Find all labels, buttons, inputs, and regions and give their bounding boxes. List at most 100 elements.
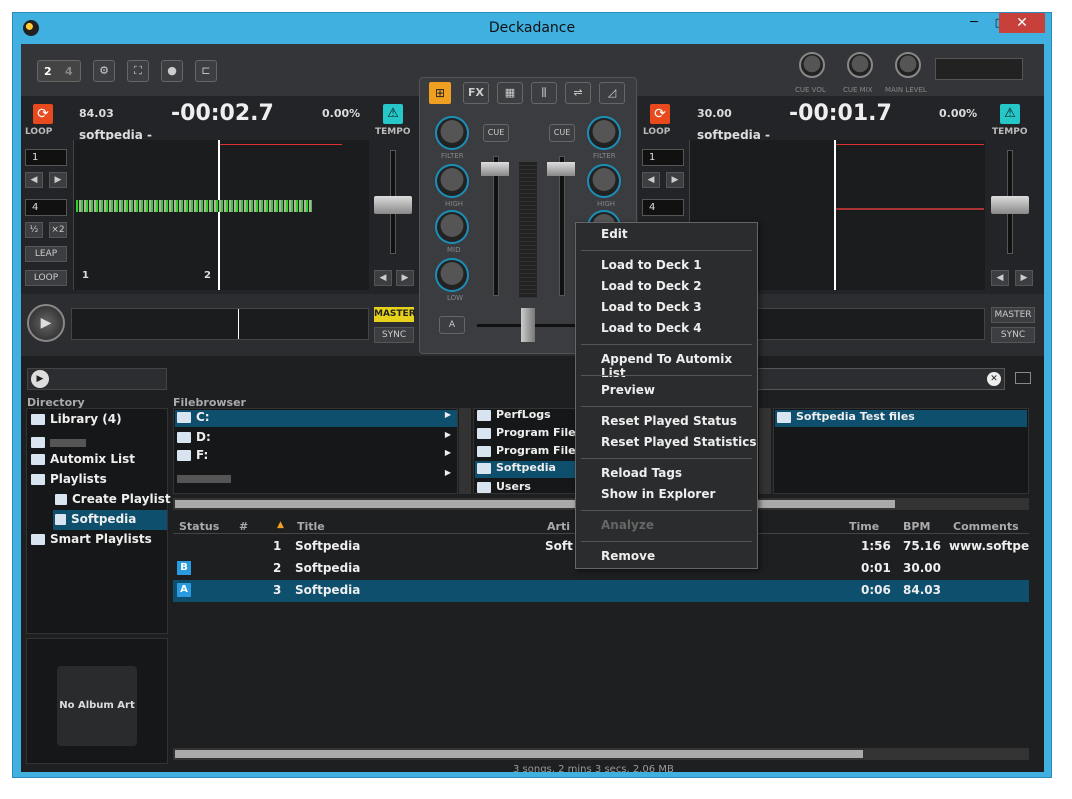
mixer-tab-cable-icon[interactable]: ⇌ bbox=[565, 82, 591, 104]
mixer-low-knob-a[interactable] bbox=[435, 258, 469, 292]
dir-create-playlist[interactable]: Create Playlist bbox=[55, 492, 171, 506]
folders-scrollbar[interactable] bbox=[759, 408, 771, 494]
folder-program-files-x86[interactable]: Program Files bbox=[477, 444, 582, 457]
drive-blurred[interactable]: ▶ bbox=[177, 468, 457, 483]
deck-b-beat-select[interactable]: 1 bbox=[642, 149, 684, 166]
deck-a-tempo-label[interactable]: TEMPO bbox=[375, 127, 411, 137]
deck-a-loop-select[interactable]: 4 bbox=[25, 199, 67, 216]
col-comments[interactable]: Comments bbox=[953, 520, 1019, 533]
menu-preview[interactable]: Preview bbox=[601, 383, 655, 397]
deck-a-master-button[interactable]: MASTER bbox=[374, 307, 416, 322]
menu-reset-played-status[interactable]: Reset Played Status bbox=[601, 414, 737, 428]
deck-a-overview[interactable] bbox=[71, 308, 369, 340]
col-artist[interactable]: Arti bbox=[547, 520, 570, 533]
mixer-cue-b-button[interactable]: CUE bbox=[549, 124, 575, 142]
mixer-filter-knob-b[interactable] bbox=[587, 116, 621, 150]
mixer-tab-fx[interactable]: FX bbox=[463, 82, 489, 104]
menu-show-in-explorer[interactable]: Show in Explorer bbox=[601, 487, 715, 501]
mixer-high-knob-b[interactable] bbox=[587, 164, 621, 198]
drives-scrollbar[interactable] bbox=[459, 408, 471, 494]
folder-perflogs[interactable]: PerfLogs bbox=[477, 408, 551, 421]
menu-reload-tags[interactable]: Reload Tags bbox=[601, 466, 682, 480]
drive-c[interactable]: C: ▶ bbox=[175, 410, 457, 427]
drive-f[interactable]: F: ▶ bbox=[177, 448, 457, 462]
deck-a-double-button[interactable]: ×2 bbox=[49, 222, 67, 238]
drive-d[interactable]: D: ▶ bbox=[177, 430, 457, 444]
popout-icon[interactable] bbox=[1015, 372, 1031, 384]
record-icon[interactable]: ● bbox=[161, 60, 183, 82]
dir-automix[interactable]: Automix List bbox=[31, 452, 135, 466]
close-button[interactable]: ✕ bbox=[999, 13, 1045, 33]
deck-b-master-button[interactable]: MASTER bbox=[991, 307, 1035, 323]
mixer-channel-b-fader[interactable] bbox=[547, 162, 575, 176]
col-bpm[interactable]: BPM bbox=[903, 520, 930, 533]
menu-load-deck-2[interactable]: Load to Deck 2 bbox=[601, 279, 702, 293]
cue-mix-knob[interactable] bbox=[847, 52, 873, 78]
deck-b-sync-button[interactable]: SYNC bbox=[991, 327, 1035, 343]
mixer-tab-meter-icon[interactable]: ▦ bbox=[497, 82, 523, 104]
cue-vol-knob[interactable] bbox=[799, 52, 825, 78]
mixer-tab-faders-icon[interactable]: ⫼ bbox=[531, 82, 557, 104]
main-level-knob[interactable] bbox=[895, 52, 921, 78]
deck-a-tempo-fader[interactable] bbox=[374, 196, 412, 214]
settings-gear-icon[interactable]: ⚙ bbox=[93, 60, 115, 82]
mixer-high-knob-a[interactable] bbox=[435, 164, 469, 198]
library-preview-play-icon[interactable]: ▶ bbox=[31, 370, 49, 388]
mixer-crossfader[interactable] bbox=[521, 308, 535, 342]
filebrowser-h-thumb[interactable] bbox=[175, 500, 895, 508]
deck-b-pitch-right[interactable]: ▶ bbox=[1015, 270, 1033, 286]
menu-reset-played-statistics[interactable]: Reset Played Statistics bbox=[601, 435, 757, 449]
folder-program-files[interactable]: Program Files bbox=[477, 426, 582, 439]
search-clear-icon[interactable]: ✕ bbox=[987, 372, 1001, 386]
table-h-thumb[interactable] bbox=[175, 750, 863, 758]
deck-b-tempo-label[interactable]: TEMPO bbox=[992, 127, 1028, 137]
deck-a-sync-button[interactable]: SYNC bbox=[374, 327, 414, 343]
fullscreen-icon[interactable]: ⛶ bbox=[127, 60, 149, 82]
deck-mode-toggle[interactable]: 2 4 bbox=[37, 60, 81, 82]
deck-a-tempo-icon[interactable]: ⚠ bbox=[383, 104, 403, 124]
search-input[interactable] bbox=[755, 368, 1005, 390]
deck-a-beat-select[interactable]: 1 bbox=[25, 149, 67, 166]
mixer-tab-curve-icon[interactable]: ◿ bbox=[599, 82, 625, 104]
dir-blurred-item[interactable] bbox=[31, 432, 91, 448]
deck-a-loop-label[interactable]: LOOP bbox=[25, 127, 52, 137]
col-title[interactable]: Title bbox=[297, 520, 325, 533]
deck-b-loop-label[interactable]: LOOP bbox=[643, 127, 670, 137]
menu-load-deck-1[interactable]: Load to Deck 1 bbox=[601, 258, 702, 272]
menu-load-deck-3[interactable]: Load to Deck 3 bbox=[601, 300, 702, 314]
mixer-tab-eq-icon[interactable]: ⊞ bbox=[429, 82, 451, 104]
deck-b-tempo-fader[interactable] bbox=[991, 196, 1029, 214]
deck-b-loop-select[interactable]: 4 bbox=[642, 199, 684, 216]
menu-edit[interactable]: Edit bbox=[601, 227, 628, 241]
deck-a-right-arrow[interactable]: ▶ bbox=[49, 172, 67, 188]
dir-smart-playlists[interactable]: Smart Playlists bbox=[31, 532, 152, 546]
folder-softpedia-test-files[interactable]: Softpedia Test files bbox=[775, 410, 1027, 427]
mixer-channel-a-fader[interactable] bbox=[481, 162, 509, 176]
mixer-crossfader-a[interactable]: A bbox=[439, 316, 465, 334]
deck-a-play-button[interactable]: ▶ bbox=[27, 304, 65, 342]
deck-b-overview[interactable] bbox=[753, 308, 985, 340]
mixer-cue-a-button[interactable]: CUE bbox=[483, 124, 509, 142]
menu-load-deck-4[interactable]: Load to Deck 4 bbox=[601, 321, 702, 335]
deck-a-left-arrow[interactable]: ◀ bbox=[25, 172, 43, 188]
deck-a-pitch-right[interactable]: ▶ bbox=[396, 270, 414, 286]
dir-softpedia[interactable]: Softpedia bbox=[53, 510, 167, 530]
mixer-filter-knob-a[interactable] bbox=[435, 116, 469, 150]
col-status[interactable]: Status bbox=[179, 520, 219, 533]
deck-a-pitch-left[interactable]: ◀ bbox=[374, 270, 392, 286]
deck-a-half-button[interactable]: ½ bbox=[25, 222, 43, 238]
deck-b-left-arrow[interactable]: ◀ bbox=[642, 172, 660, 188]
deck-b-pitch-left[interactable]: ◀ bbox=[991, 270, 1009, 286]
sampler-icon[interactable]: ⊏ bbox=[195, 60, 217, 82]
deck-a-waveform[interactable]: 1 2 bbox=[73, 140, 369, 290]
deck-a-loop-button[interactable]: LOOP bbox=[25, 270, 67, 286]
mixer-mid-knob-a[interactable] bbox=[435, 210, 469, 244]
table-row-selected[interactable]: A 3 Softpedia 0:06 84.03 bbox=[173, 580, 1029, 602]
col-time[interactable]: Time bbox=[849, 520, 879, 533]
minimize-button[interactable]: ─ bbox=[961, 13, 987, 33]
deck-b-reset-icon[interactable]: ⟳ bbox=[650, 104, 670, 124]
deck-a-reset-icon[interactable]: ⟳ bbox=[33, 104, 53, 124]
menu-remove[interactable]: Remove bbox=[601, 549, 655, 563]
deck-b-tempo-icon[interactable]: ⚠ bbox=[1000, 104, 1020, 124]
folder-users[interactable]: Users bbox=[477, 480, 531, 493]
